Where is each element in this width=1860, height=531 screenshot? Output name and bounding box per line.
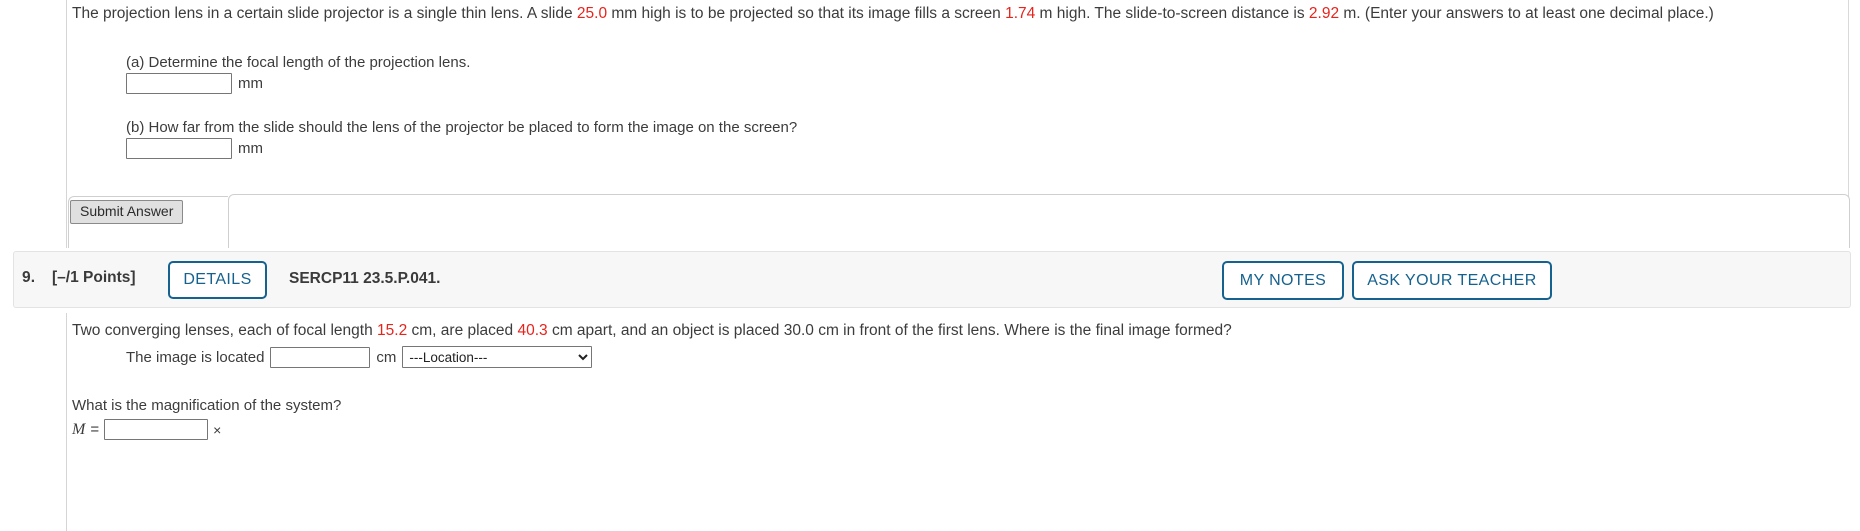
question-9-magnification-answer-row: M = × <box>72 419 221 440</box>
stem-highlight-value: 1.74 <box>1005 5 1036 22</box>
part-a-answer-input[interactable] <box>126 73 232 94</box>
magnification-unit-label: × <box>213 421 222 438</box>
ask-your-teacher-button[interactable]: ASK YOUR TEACHER <box>1352 261 1552 300</box>
stem-highlight-value: 25.0 <box>576 5 608 22</box>
part-b-unit-label: mm <box>238 140 263 157</box>
stem-highlight-value: 15.2 <box>377 322 408 339</box>
question-8-part-a-answer-row: mm <box>126 73 263 94</box>
question-9-block: 9. [–/1 Points] DETAILS SERCP11 23.5.P.0… <box>0 251 1860 531</box>
part-b-answer-input[interactable] <box>126 138 232 159</box>
stem-segment: cm, are placed <box>407 322 518 339</box>
question-8-part-b-label: (b) How far from the slide should the le… <box>126 119 798 136</box>
question-9-problem-code: SERCP11 23.5.P.041. <box>289 270 441 287</box>
stem-segment: m high. The slide-to-screen distance is <box>1035 5 1309 22</box>
stem-highlight-value: 2.92 <box>1308 5 1340 22</box>
stem-segment: Two converging lenses, each of focal len… <box>72 322 378 339</box>
magnification-variable-label: M <box>72 420 86 438</box>
question-8-block: The projection lens in a certain slide p… <box>0 0 1860 248</box>
stem-segment: The projection lens in a certain slide p… <box>72 5 577 22</box>
image-located-label: The image is located <box>126 348 265 366</box>
image-located-unit-label: cm <box>376 348 397 366</box>
magnification-input[interactable] <box>104 419 209 440</box>
stem-highlight-value: 40.3 <box>517 322 548 339</box>
question-9-number: 9. <box>22 269 36 286</box>
question-8-panel-right-border <box>1848 0 1849 224</box>
part-a-unit-label: mm <box>238 75 263 92</box>
question-9-left-rule <box>66 313 67 531</box>
question-9-stem: Two converging lenses, each of focal len… <box>72 320 1832 341</box>
question-8-part-b-answer-row: mm <box>126 138 263 159</box>
stem-segment: m. (Enter your answers to at least one d… <box>1339 5 1714 22</box>
submit-answer-button[interactable]: Submit Answer <box>70 200 184 224</box>
details-button[interactable]: DETAILS <box>168 261 267 299</box>
location-select[interactable]: ---Location--- <box>402 346 593 368</box>
question-8-part-a-label: (a) Determine the focal length of the pr… <box>126 54 471 71</box>
question-8-stem: The projection lens in a certain slide p… <box>72 3 1844 24</box>
magnification-equals-sign: = <box>90 421 100 438</box>
my-notes-button[interactable]: MY NOTES <box>1222 261 1344 300</box>
question-9-location-answer-row: The image is located cm ---Location--- <box>126 346 593 368</box>
question-9-magnification-question: What is the magnification of the system? <box>72 397 342 414</box>
stem-segment: mm high is to be projected so that its i… <box>607 5 1006 22</box>
image-location-input[interactable] <box>270 346 371 368</box>
stem-segment: cm apart, and an object is placed 30.0 c… <box>547 322 1232 339</box>
question-8-left-rule <box>66 0 67 248</box>
question-8-footer-panel <box>228 194 1850 248</box>
question-9-points-badge: [–/1 Points] <box>52 269 136 286</box>
